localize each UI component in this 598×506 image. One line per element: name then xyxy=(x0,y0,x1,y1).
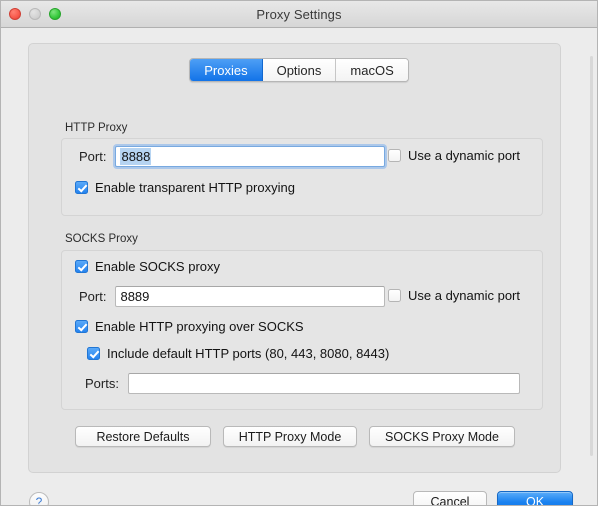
maximize-button-icon[interactable] xyxy=(49,8,61,20)
question-mark-icon: ? xyxy=(36,495,43,506)
window-title: Proxy Settings xyxy=(256,7,341,22)
socks-default-ports-label: Include default HTTP ports (80, 443, 808… xyxy=(107,346,389,361)
http-dynamic-port-checkbox-row[interactable]: Use a dynamic port xyxy=(388,148,520,163)
tab-macos[interactable]: macOS xyxy=(336,59,407,81)
http-proxy-group-label: HTTP Proxy xyxy=(65,122,127,134)
socks-enable-label: Enable SOCKS proxy xyxy=(95,259,220,274)
http-transparent-checkbox-row[interactable]: Enable transparent HTTP proxying xyxy=(75,180,295,195)
http-transparent-label: Enable transparent HTTP proxying xyxy=(95,180,295,195)
minimize-button-icon[interactable] xyxy=(29,8,41,20)
ok-button[interactable]: OK xyxy=(497,491,573,506)
tab-proxies[interactable]: Proxies xyxy=(190,59,262,81)
help-button[interactable]: ? xyxy=(29,492,49,506)
http-transparent-checkbox[interactable] xyxy=(75,181,88,194)
socks-http-over-socks-label: Enable HTTP proxying over SOCKS xyxy=(95,319,304,334)
traffic-light-group xyxy=(9,8,61,20)
http-port-input[interactable]: 8888 xyxy=(115,146,385,167)
http-port-row: Port: 8888 xyxy=(79,146,385,167)
socks-dynamic-port-label: Use a dynamic port xyxy=(408,288,520,303)
socks-http-over-socks-checkbox[interactable] xyxy=(75,320,88,333)
tab-bar: Proxies Options macOS xyxy=(1,58,597,82)
socks-ports-input[interactable] xyxy=(128,373,520,394)
socks-dynamic-port-checkbox[interactable] xyxy=(388,289,401,302)
http-proxy-mode-button[interactable]: HTTP Proxy Mode xyxy=(223,426,357,447)
socks-port-row: Port: 8889 xyxy=(79,286,385,307)
http-dynamic-port-label: Use a dynamic port xyxy=(408,148,520,163)
socks-ports-row: Ports: xyxy=(85,373,520,394)
socks-default-ports-checkbox-row[interactable]: Include default HTTP ports (80, 443, 808… xyxy=(87,346,389,361)
socks-port-label: Port: xyxy=(79,289,106,304)
socks-http-over-socks-checkbox-row[interactable]: Enable HTTP proxying over SOCKS xyxy=(75,319,304,334)
socks-port-input[interactable]: 8889 xyxy=(115,286,385,307)
socks-dynamic-port-checkbox-row[interactable]: Use a dynamic port xyxy=(388,288,520,303)
socks-ports-label: Ports: xyxy=(85,376,119,391)
restore-defaults-button[interactable]: Restore Defaults xyxy=(75,426,211,447)
close-button-icon[interactable] xyxy=(9,8,21,20)
dialog-action-buttons: Cancel OK xyxy=(413,491,573,506)
socks-enable-checkbox-row[interactable]: Enable SOCKS proxy xyxy=(75,259,220,274)
socks-proxy-mode-button[interactable]: SOCKS Proxy Mode xyxy=(369,426,515,447)
cancel-button[interactable]: Cancel xyxy=(413,491,487,506)
vertical-scrollbar[interactable] xyxy=(590,56,593,456)
tab-group: Proxies Options macOS xyxy=(189,58,409,82)
socks-proxy-group-label: SOCKS Proxy xyxy=(65,233,138,245)
http-dynamic-port-checkbox[interactable] xyxy=(388,149,401,162)
window-titlebar: Proxy Settings xyxy=(1,1,597,28)
socks-port-value: 8889 xyxy=(120,289,149,304)
socks-default-ports-checkbox[interactable] xyxy=(87,347,100,360)
dialog-body: Proxies Options macOS HTTP Proxy Port: 8… xyxy=(1,28,597,506)
http-port-label: Port: xyxy=(79,149,106,164)
mode-button-group: Restore Defaults HTTP Proxy Mode SOCKS P… xyxy=(75,426,515,447)
http-port-value: 8888 xyxy=(120,148,151,165)
socks-enable-checkbox[interactable] xyxy=(75,260,88,273)
proxy-settings-window: Proxy Settings Proxies Options macOS HTT… xyxy=(0,0,598,506)
tab-options[interactable]: Options xyxy=(263,59,337,81)
